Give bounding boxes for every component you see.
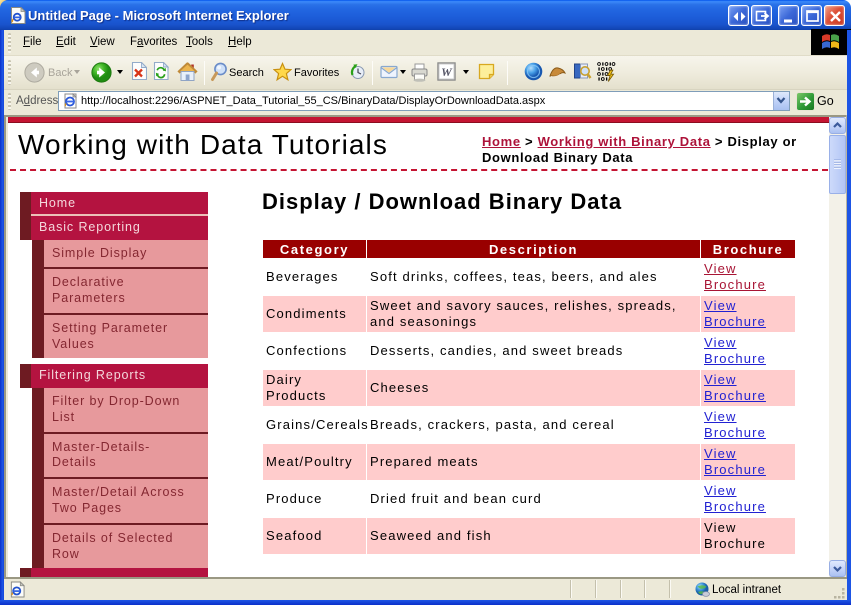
svg-text:W: W: [441, 65, 453, 79]
